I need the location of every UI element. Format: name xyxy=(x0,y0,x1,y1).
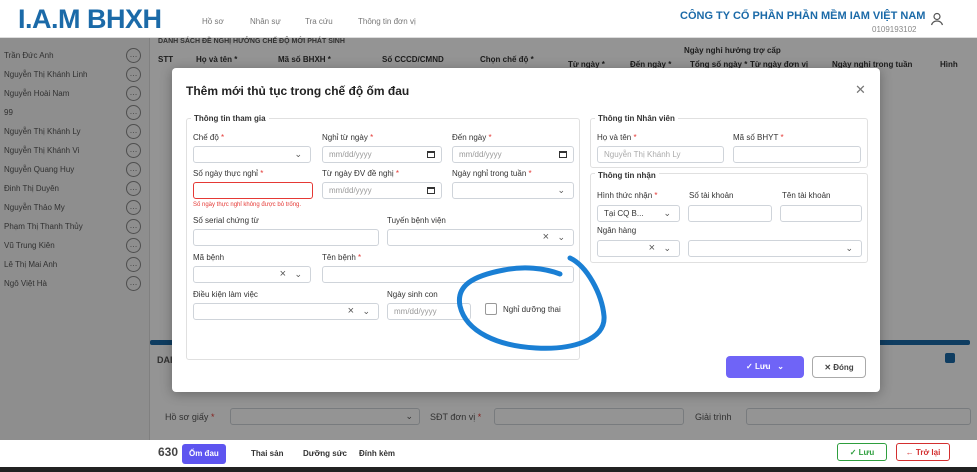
chevron-down-icon: ⌄ xyxy=(294,269,302,279)
clear-icon[interactable]: × xyxy=(543,230,549,245)
chevron-down-icon: ⌄ xyxy=(663,208,671,218)
close-icon[interactable]: ✕ xyxy=(855,82,866,98)
tab-om-dau[interactable]: Ốm đau xyxy=(182,444,226,464)
label-ngay-sinh-con: Ngày sinh con xyxy=(387,290,438,299)
label-ho-ten: Họ và tên * xyxy=(597,133,637,142)
panel-title: Thông tin nhận xyxy=(595,171,659,180)
chevron-down-icon: ⌄ xyxy=(557,232,565,242)
modal-dialog: Thêm mới thủ tục trong chế độ ốm đau ✕ T… xyxy=(172,68,880,392)
label-den-ngay: Đến ngày * xyxy=(452,133,492,142)
den-ngay-input[interactable]: mm/dd/yyyy xyxy=(452,146,574,163)
employee-panel: Thông tin Nhân viên Họ và tên * Nguyễn T… xyxy=(590,114,868,168)
tab-duong-suc[interactable]: Dưỡng sức xyxy=(303,444,347,464)
label-ma-bhyt: Mã số BHYT * xyxy=(733,133,784,142)
chevron-down-icon: ⌄ xyxy=(663,243,671,253)
label-ten-tk: Tên tài khoản xyxy=(782,191,831,200)
calendar-icon[interactable] xyxy=(427,187,435,194)
annotation-circle xyxy=(456,255,607,351)
user-icon[interactable] xyxy=(930,12,944,26)
so-tk-input[interactable] xyxy=(688,205,772,222)
error-message: Số ngày thực nghỉ không được bỏ trống. xyxy=(193,202,302,208)
label-ma-benh: Mã bệnh xyxy=(193,253,225,262)
label-dieu-kien: Điều kiện làm việc xyxy=(193,290,258,299)
app-logo[interactable]: I.A.M BHXH xyxy=(18,4,162,35)
tu-ngay-dv-input[interactable]: mm/dd/yyyy xyxy=(322,182,442,199)
company-name: CÔNG TY CỔ PHẦN PHẦN MỀM IAM VIỆT NAM xyxy=(680,10,926,22)
label-hinh-thuc: Hình thức nhận * xyxy=(597,191,658,200)
label-so-ngay-thuc-nghi: Số ngày thực nghỉ * xyxy=(193,169,264,178)
tax-code: 0109193102 xyxy=(872,25,917,34)
nghi-tu-ngay-input[interactable]: mm/dd/yyyy xyxy=(322,146,442,163)
panel-title: Thông tin Nhân viên xyxy=(595,114,678,123)
tab-thai-san[interactable]: Thai sản xyxy=(251,444,283,464)
label-che-do: Chế độ * xyxy=(193,133,225,142)
label-tuyen-bv: Tuyến bệnh viện xyxy=(387,216,446,225)
label-ngay-nghi-tuan: Ngày nghỉ trong tuần * xyxy=(452,169,532,178)
chevron-down-icon: ⌄ xyxy=(362,306,370,316)
panel-title: Thông tin tham gia xyxy=(191,114,269,123)
label-tu-ngay-dv: Từ ngày ĐV đề nghị * xyxy=(322,169,399,178)
tuyen-bv-select[interactable]: × ⌄ xyxy=(387,229,574,246)
record-code: 630 xyxy=(158,445,179,459)
modal-title: Thêm mới thủ tục trong chế độ ốm đau xyxy=(186,84,410,98)
nav-thong-tin-don-vi[interactable]: Thông tin đơn vị xyxy=(358,17,416,26)
chi-nhanh-select[interactable]: ⌄ xyxy=(688,240,862,257)
back-button[interactable]: ← Trở lại xyxy=(896,443,950,461)
nav-nhan-su[interactable]: Nhân sự xyxy=(250,17,281,26)
close-button[interactable]: ✕ Đóng xyxy=(812,356,866,378)
label-so-tk: Số tài khoản xyxy=(689,191,734,200)
nav-tra-cuu[interactable]: Tra cứu xyxy=(305,17,333,26)
top-bar: I.A.M BHXH Hồ sơ Nhân sự Tra cứu Thông t… xyxy=(0,0,977,38)
bottom-edge xyxy=(0,467,977,472)
clear-icon[interactable]: × xyxy=(348,304,354,319)
receive-panel: Thông tin nhận Hình thức nhận * Tại CQ B… xyxy=(590,171,868,263)
chevron-down-icon: ⌄ xyxy=(557,185,565,195)
label-ten-benh: Tên bệnh * xyxy=(322,253,362,262)
save-button[interactable]: ✓ Lưu xyxy=(837,443,887,461)
clear-icon[interactable]: × xyxy=(649,241,655,256)
ngay-nghi-tuan-select[interactable]: ⌄ xyxy=(452,182,574,199)
ma-benh-select[interactable]: × ⌄ xyxy=(193,266,311,283)
chevron-down-icon: ⌄ xyxy=(845,243,853,253)
ho-ten-input[interactable]: Nguyễn Thị Khánh Ly xyxy=(597,146,724,163)
ten-tk-input[interactable] xyxy=(780,205,862,222)
label-nghi-tu-ngay: Nghỉ từ ngày * xyxy=(322,133,374,142)
calendar-icon[interactable] xyxy=(427,151,435,158)
so-serial-input[interactable] xyxy=(193,229,379,246)
calendar-icon[interactable] xyxy=(559,151,567,158)
hinh-thuc-select[interactable]: Tại CQ B... ⌄ xyxy=(597,205,680,222)
label-ngan-hang: Ngân hàng xyxy=(597,226,637,235)
save-button[interactable]: ✓ Lưu ⌄ xyxy=(726,356,804,378)
ma-bhyt-input[interactable] xyxy=(733,146,861,163)
nav-ho-so[interactable]: Hồ sơ xyxy=(202,17,224,26)
dieu-kien-select[interactable]: × ⌄ xyxy=(193,303,379,320)
so-ngay-thuc-nghi-input[interactable] xyxy=(193,182,313,199)
label-so-serial: Số serial chứng từ xyxy=(193,216,259,225)
clear-icon[interactable]: × xyxy=(280,267,286,282)
che-do-select[interactable]: ⌄ xyxy=(193,146,311,163)
chevron-down-icon: ⌄ xyxy=(294,149,302,159)
tab-dinh-kem[interactable]: Đính kèm xyxy=(359,444,395,464)
